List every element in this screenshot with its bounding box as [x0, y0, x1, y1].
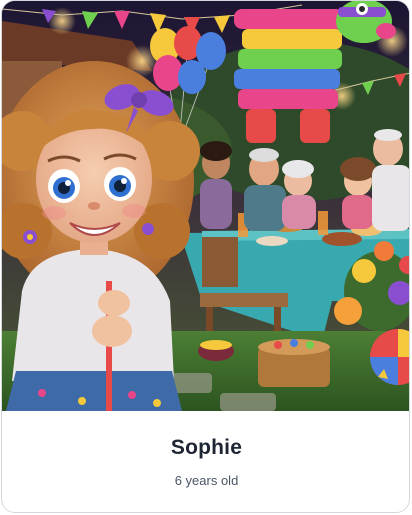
- party-illustration: [2, 1, 409, 411]
- girl-figure: [2, 61, 200, 411]
- profile-info: Sophie 6 years old: [2, 411, 409, 512]
- profile-name: Sophie: [170, 436, 243, 459]
- profile-card[interactable]: Sophie 6 years old: [1, 0, 410, 513]
- profile-age: 6 years old: [174, 473, 239, 488]
- profile-photo: [2, 1, 409, 411]
